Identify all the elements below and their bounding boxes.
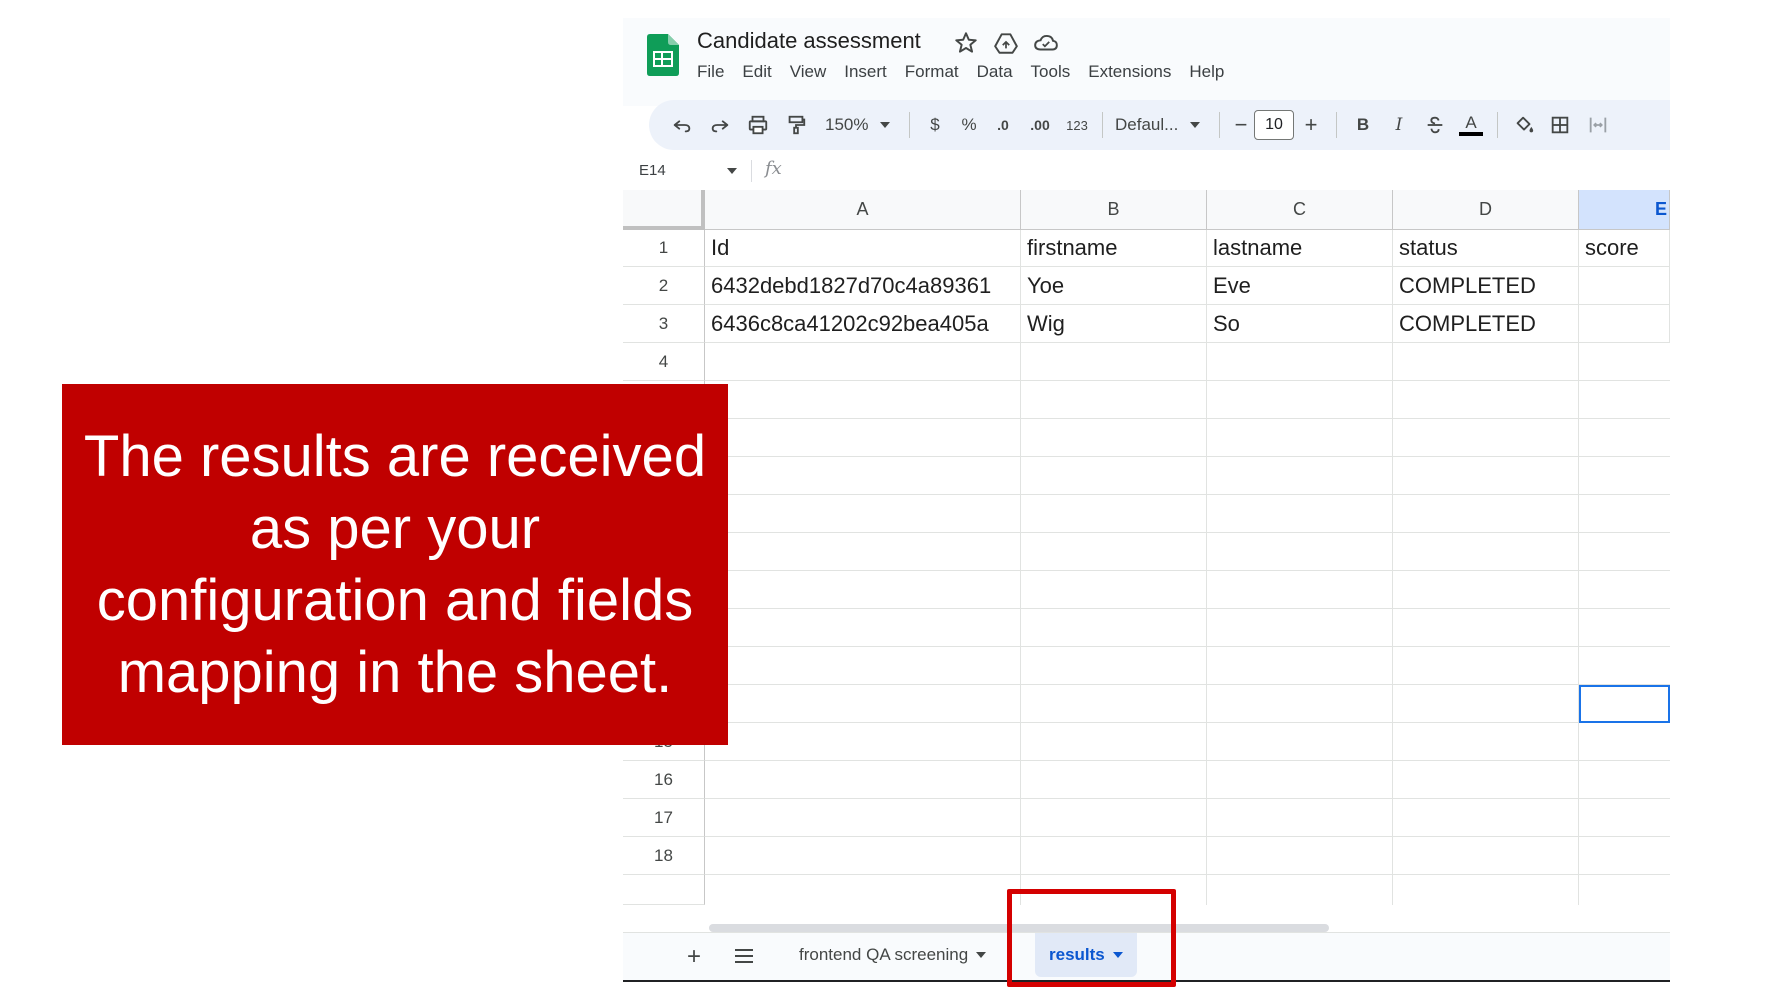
merge-cells-icon[interactable]: [1578, 108, 1618, 142]
column-header-d[interactable]: D: [1393, 190, 1579, 230]
cell-c2[interactable]: Eve: [1207, 267, 1393, 305]
text-color-button[interactable]: A: [1453, 108, 1489, 142]
row-header-17[interactable]: 17: [623, 799, 705, 837]
increase-font-size-button[interactable]: +: [1294, 108, 1328, 142]
redo-icon[interactable]: [701, 108, 739, 142]
cell-c1[interactable]: lastname: [1207, 230, 1393, 267]
text-color-swatch: [1459, 132, 1483, 136]
title-icons: [953, 30, 1059, 56]
active-cell-e14[interactable]: [1579, 685, 1670, 723]
cell-b2[interactable]: Yoe: [1021, 267, 1207, 305]
document-title[interactable]: Candidate assessment: [697, 28, 921, 54]
cell-c3[interactable]: So: [1207, 305, 1393, 343]
font-select[interactable]: Defaul...: [1111, 108, 1211, 142]
chevron-down-icon: [976, 952, 987, 958]
borders-icon[interactable]: [1542, 108, 1578, 142]
title-bar: Candidate assessment File Edit View Inse…: [623, 18, 1670, 106]
cell-e2[interactable]: [1579, 267, 1670, 305]
row-header-16[interactable]: 16: [623, 761, 705, 799]
select-all-corner[interactable]: [623, 190, 705, 230]
cell-b3[interactable]: Wig: [1021, 305, 1207, 343]
row-header[interactable]: [623, 875, 705, 905]
bold-button[interactable]: B: [1345, 108, 1381, 142]
add-sheet-button[interactable]: +: [687, 943, 701, 971]
number-format-button[interactable]: 123: [1060, 108, 1094, 142]
cell-d3[interactable]: COMPLETED: [1393, 305, 1579, 343]
cell-b1[interactable]: firstname: [1021, 230, 1207, 267]
cell-d2[interactable]: COMPLETED: [1393, 267, 1579, 305]
decrease-decimal-button[interactable]: .0: [986, 108, 1020, 142]
menu-help[interactable]: Help: [1180, 62, 1233, 82]
sheets-logo-icon[interactable]: [647, 34, 679, 76]
column-header-a[interactable]: A: [705, 190, 1021, 230]
italic-button[interactable]: I: [1381, 108, 1417, 142]
spreadsheet-window: Candidate assessment File Edit View Inse…: [623, 18, 1670, 984]
sheet-tab-frontend-qa-screening[interactable]: frontend QA screening: [799, 933, 987, 977]
menu-tools[interactable]: Tools: [1022, 62, 1080, 82]
row-header-2[interactable]: 2: [623, 267, 705, 305]
zoom-value: 150%: [825, 115, 869, 134]
zoom-select[interactable]: 150%: [815, 108, 901, 142]
cell-a3[interactable]: 6436c8ca41202c92bea405a: [705, 305, 1021, 343]
row-header-18[interactable]: 18: [623, 837, 705, 875]
row-header-1[interactable]: 1: [623, 230, 705, 267]
formula-bar-divider: [751, 160, 752, 182]
column-header-c[interactable]: C: [1207, 190, 1393, 230]
print-icon[interactable]: [739, 108, 777, 142]
undo-icon[interactable]: [663, 108, 701, 142]
cell-d1[interactable]: status: [1393, 230, 1579, 267]
menu-insert[interactable]: Insert: [835, 62, 896, 82]
menu-data[interactable]: Data: [968, 62, 1022, 82]
font-name: Defaul...: [1115, 115, 1179, 134]
sheet-tab-label: frontend QA screening: [799, 945, 969, 964]
menu-view[interactable]: View: [781, 62, 836, 82]
currency-format-button[interactable]: $: [918, 108, 952, 142]
cell-a1[interactable]: Id: [705, 230, 1021, 267]
cell-a2[interactable]: 6432debd1827d70c4a89361: [705, 267, 1021, 305]
toolbar-divider: [1497, 112, 1498, 138]
toolbar: 150% $ % .0 .00 123 Defaul... − 10 + B I…: [649, 100, 1670, 150]
toolbar-divider: [1102, 112, 1103, 138]
column-header-b[interactable]: B: [1021, 190, 1207, 230]
annotation-banner: The results are received as per your con…: [62, 384, 728, 745]
toolbar-divider: [1219, 112, 1220, 138]
decrease-font-size-button[interactable]: −: [1228, 108, 1254, 142]
cell-e1[interactable]: score: [1579, 230, 1670, 267]
paint-format-icon[interactable]: [777, 108, 815, 142]
name-box[interactable]: E14: [639, 162, 666, 179]
menu-file[interactable]: File: [697, 62, 733, 82]
row-header-3[interactable]: 3: [623, 305, 705, 343]
increase-decimal-button[interactable]: .00: [1020, 108, 1060, 142]
percent-format-button[interactable]: %: [952, 108, 986, 142]
annotation-text: The results are received as per your con…: [83, 423, 707, 705]
all-sheets-menu-icon[interactable]: [735, 949, 753, 967]
menu-format[interactable]: Format: [896, 62, 968, 82]
strikethrough-icon[interactable]: [1417, 108, 1453, 142]
results-tab-highlight-box: [1007, 889, 1176, 987]
fill-color-icon[interactable]: [1506, 108, 1542, 142]
column-header-e[interactable]: E: [1579, 190, 1670, 230]
menu-bar: File Edit View Insert Format Data Tools …: [697, 62, 1233, 82]
cloud-status-icon[interactable]: [1033, 30, 1059, 56]
row-header-4[interactable]: 4: [623, 343, 705, 381]
empty-cells-area[interactable]: [705, 343, 1670, 905]
chevron-down-icon: [1190, 122, 1201, 128]
cell-e3[interactable]: [1579, 305, 1670, 343]
fx-icon: fx: [765, 158, 782, 179]
chevron-down-icon: [880, 122, 891, 128]
move-to-drive-icon[interactable]: [993, 30, 1019, 56]
star-icon[interactable]: [953, 30, 979, 56]
toolbar-divider: [909, 112, 910, 138]
text-color-label: A: [1465, 113, 1477, 132]
formula-bar: E14 fx: [623, 150, 1670, 191]
menu-extensions[interactable]: Extensions: [1079, 62, 1180, 82]
toolbar-divider: [1336, 112, 1337, 138]
font-size-input[interactable]: 10: [1254, 110, 1294, 140]
menu-edit[interactable]: Edit: [733, 62, 780, 82]
chevron-down-icon[interactable]: [727, 168, 737, 174]
